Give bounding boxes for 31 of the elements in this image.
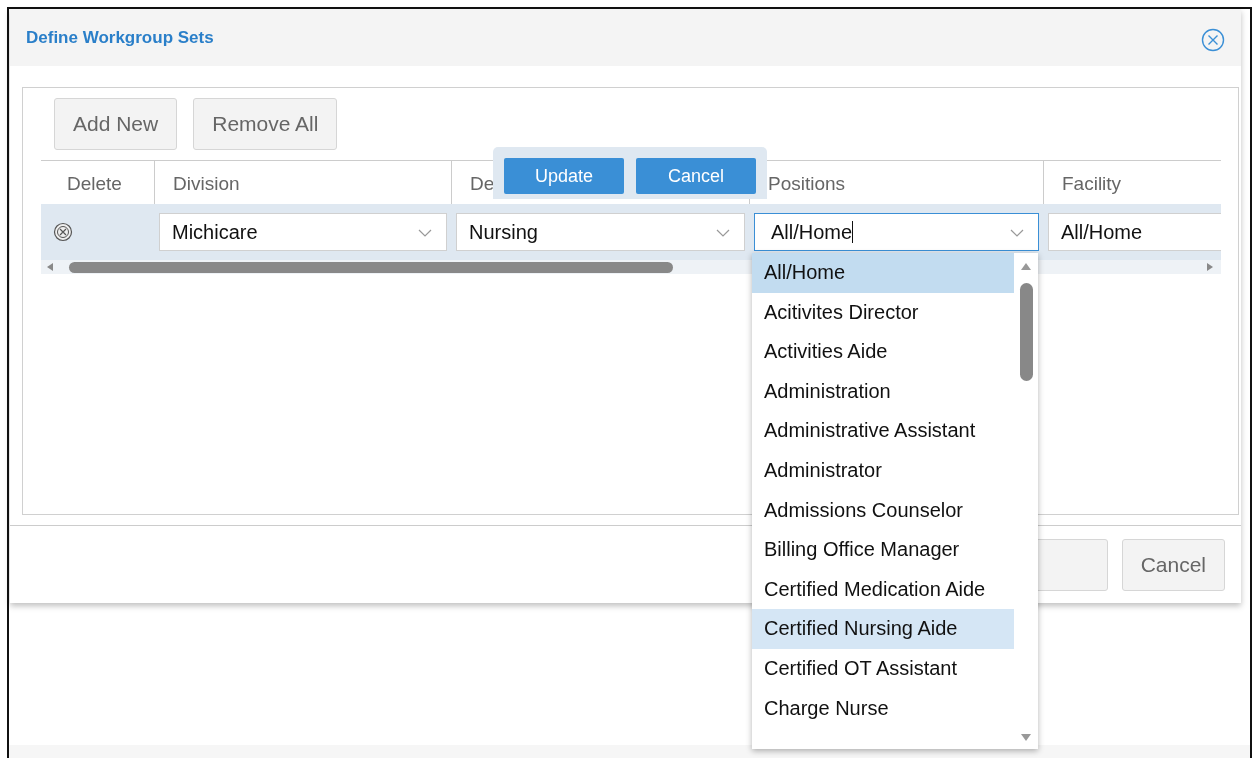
chevron-icon: [1010, 229, 1024, 237]
close-icon[interactable]: [1201, 27, 1225, 52]
chevron-icon: [716, 229, 730, 237]
dropdown-item[interactable]: Activities Aide: [752, 332, 1014, 372]
dropdown-item[interactable]: Charge Nurse: [752, 688, 1014, 729]
scroll-right-icon[interactable]: [1205, 262, 1215, 272]
dropdown-item[interactable]: Administrative Assistant: [752, 411, 1014, 451]
select-field[interactable]: Michicare: [159, 213, 447, 251]
chevron-icon: [418, 229, 432, 237]
cancel-button[interactable]: Cancel: [1121, 538, 1225, 591]
scroll-thumb[interactable]: [1019, 283, 1033, 381]
select-field[interactable]: All/Home: [754, 213, 1039, 251]
dialog-title: Define Workgroup Sets: [26, 27, 214, 48]
select-field[interactable]: Nursing: [456, 213, 745, 251]
remove-all-button[interactable]: Remove All: [193, 98, 338, 150]
select-field[interactable]: All/Home: [1048, 213, 1221, 251]
dropdown-item[interactable]: Certified Nursing Aide: [752, 609, 1014, 649]
dropdown-item[interactable]: Acitivites Director: [752, 292, 1014, 333]
add-new-button[interactable]: Add New: [54, 98, 178, 150]
column-header: Delete: [66, 172, 123, 196]
dropdown-item[interactable]: Administration: [752, 371, 1014, 412]
dropdown-item[interactable]: Admissions Counselor: [752, 490, 1014, 531]
delete-icon[interactable]: [53, 222, 73, 242]
dropdown-item[interactable]: All/Home: [752, 253, 1014, 293]
scroll-left-icon[interactable]: [45, 262, 55, 272]
dropdown-item[interactable]: Administrator: [752, 450, 1014, 491]
dropdown-item[interactable]: Certified OT Assistant: [752, 648, 1014, 689]
scroll-down-icon[interactable]: [1020, 733, 1032, 743]
dropdown-item[interactable]: Billing Office Manager: [752, 530, 1014, 570]
dropdown-item[interactable]: Certified Medication Aide: [752, 569, 1014, 610]
scroll-thumb[interactable]: [69, 261, 673, 273]
